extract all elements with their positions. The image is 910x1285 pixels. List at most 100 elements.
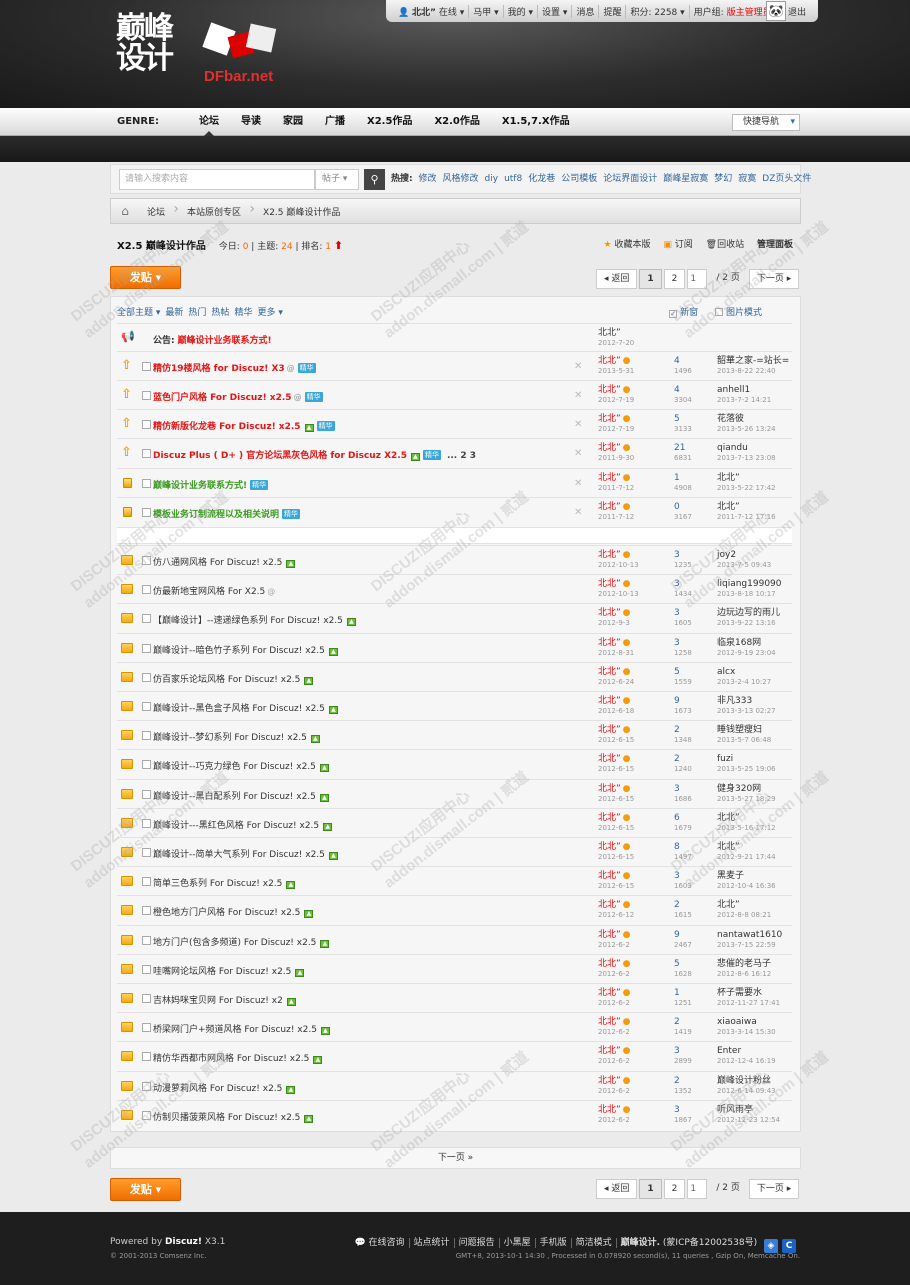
hot-link[interactable]: 公司模板 (561, 174, 597, 184)
close-icon[interactable]: ✕ (574, 478, 582, 489)
breadcrumb-item[interactable]: X2.5 巅峰设计作品 (255, 205, 354, 218)
search-input[interactable]: 请输入搜索内容 (119, 169, 315, 190)
last-post[interactable]: 临泉168网 2012-9-19 23:04 (717, 638, 776, 658)
thread-row[interactable]: 精仿华西都市网风格 For Discuz! x2.5 ▲ 北北” ● 2012-6-2 3… (117, 1041, 792, 1070)
thread-title[interactable]: 橙色地方门户风格 For Discuz! x2.5 ▲ (153, 905, 314, 918)
subscribe-button[interactable]: ▣ 订阅 (663, 240, 692, 250)
thread-title[interactable]: 【巅峰设计】--速递绿色系列 For Discuz! x2.5 ▲ (153, 613, 356, 626)
filter-latest[interactable]: 最新 (165, 308, 183, 318)
hot-link[interactable]: utf8 (504, 174, 522, 184)
thread-title[interactable]: 动漫萝莉风格 For Discuz! x2.5 ▲ (153, 1081, 296, 1094)
thread-author[interactable]: 北北” ● 2012-6-24 (598, 667, 634, 687)
thread-author[interactable]: 北北” ● 2012-7-19 (598, 414, 634, 434)
thread-row[interactable]: 仿制贝播菠萊风格 For Discuz! x2.5 ▲ 北北” ● 2012-6-2 3 1… (117, 1100, 792, 1129)
thread-row[interactable]: 动漫萝莉风格 For Discuz! x2.5 ▲ 北北” ● 2012-6-2 2 135… (117, 1071, 792, 1100)
thread-author[interactable]: 北北” ● 2012-6-15 (598, 871, 634, 891)
search-button[interactable]: ⚲ (364, 169, 385, 190)
thread-title[interactable]: Discuz Plus ( D+ ) 官方论坛黑灰色风格 for Discuz … (153, 448, 476, 461)
thread-row[interactable]: 巅峰设计--黑白配系列 For Discuz! x2.5 ▲ 北北” ● 2012-6-… (117, 779, 792, 808)
sticky-thread-row[interactable]: 模板业务订制流程以及相关说明 精华 ✕ 北北” ● 2011-7-12 0 3167 北北” 20… (117, 497, 792, 527)
footer-link-blacklist[interactable]: 小黑屋 (499, 1238, 536, 1248)
thread-row[interactable]: 仿最新地宝网风格 For X2.5 @ 北北” ● 2012-10-13 3 1434 liq… (117, 574, 792, 603)
thread-author[interactable]: 北北” ● 2012-6-2 (598, 959, 631, 979)
thread-checkbox[interactable] (142, 702, 151, 711)
hot-link[interactable]: DZ页头文件 (762, 174, 811, 184)
thread-checkbox[interactable] (142, 848, 151, 857)
sticky-thread-row[interactable]: 巅峰设计业务联系方式! 精华 ✕ 北北” ● 2011-7-12 1 4908 北北” 2013-… (117, 468, 792, 497)
thread-author[interactable]: 北北” ● 2012-6-2 (598, 988, 631, 1008)
thread-title[interactable]: 仿最新地宝网风格 For X2.5 @ (153, 584, 275, 597)
post-button[interactable]: 发贴 ▾ (110, 1178, 181, 1201)
close-icon[interactable]: ✕ (574, 390, 582, 401)
nav-item-x20[interactable]: X2.0作品 (423, 108, 490, 136)
recycle-button[interactable]: 🗑回收站 (706, 240, 744, 250)
last-post[interactable]: alcx 2013-2-4 10:27 (717, 667, 771, 687)
thread-checkbox[interactable] (142, 965, 151, 974)
manage-button[interactable]: 管理面板 (757, 240, 793, 250)
thread-checkbox[interactable] (142, 449, 151, 458)
last-post[interactable]: 听风雨亭 2012-12-23 12:54 (717, 1105, 780, 1125)
filter-hot[interactable]: 热门 (188, 308, 206, 318)
avatar[interactable]: 🐼 (766, 1, 786, 21)
thread-author[interactable]: 北北” ● 2012-7-19 (598, 385, 634, 405)
thread-checkbox[interactable] (142, 877, 151, 886)
last-post[interactable]: liqiang199090 2013-8-18 10:17 (717, 579, 782, 599)
messages-link[interactable]: 消息 (572, 4, 600, 18)
announcement-row[interactable]: 📢 公告: 巅峰设计业务联系方式! 北北” 2012-7-20 (117, 323, 792, 351)
filter-more[interactable]: 更多 ▾ (257, 308, 282, 318)
newwin-toggle[interactable]: ✓ 新窗 (669, 308, 698, 318)
thread-row[interactable]: 【巅峰设计】--速递绿色系列 For Discuz! x2.5 ▲ 北北” ● 2012… (117, 603, 792, 632)
thread-title[interactable]: 吉林妈咪宝贝网 For Discuz! x2 ▲ (153, 993, 296, 1006)
close-icon[interactable]: ✕ (574, 361, 582, 372)
announcement-title[interactable]: 公告: 巅峰设计业务联系方式! (153, 333, 272, 346)
last-post[interactable]: xiaoaiwa 2013-3-14 15:30 (717, 1017, 776, 1037)
sticky-thread-row[interactable]: ⇧ 蓝色门户风格 For Discuz! x2.5 @ 精华 ✕ 北北” ● 2012-7-1… (117, 380, 792, 409)
page-link[interactable]: 2 (663, 1179, 686, 1199)
thread-row[interactable]: 巅峰设计--黑色盒子风格 For Discuz! x2.5 ▲ 北北” ● 2012-6… (117, 691, 792, 720)
thread-row[interactable]: 巅峰设计--巧克力绿色 For Discuz! x2.5 ▲ 北北” ● 2012-6-… (117, 749, 792, 778)
thread-checkbox[interactable] (142, 790, 151, 799)
last-post[interactable]: Enter 2012-12-4 16:19 (717, 1046, 776, 1066)
thread-title[interactable]: 巅峰设计--简单大气系列 For Discuz! x2.5 ▲ (153, 847, 338, 860)
footer-link-stats[interactable]: 站点统计 (409, 1238, 455, 1248)
last-post[interactable]: anhell1 2013-7-2 14:21 (717, 385, 771, 405)
last-post[interactable]: 健身320网 2013-5-27 18:29 (717, 784, 776, 804)
thread-title[interactable]: 简单三色系列 For Discuz! x2.5 ▲ (153, 876, 296, 889)
thread-author[interactable]: 北北” ● 2012-6-15 (598, 754, 634, 774)
back-button[interactable]: ◂ 返回 (596, 269, 638, 289)
hot-link[interactable]: 寂寞 (738, 174, 756, 184)
hot-link[interactable]: 修改 (418, 174, 436, 184)
last-post[interactable]: 韶華之家-=站长= 2013-8-22 22:40 (717, 356, 789, 376)
thread-row[interactable]: 巅峰设计--简单大气系列 For Discuz! x2.5 ▲ 北北” ● 2012-6… (117, 837, 792, 866)
thread-author[interactable]: 北北” ● 2013-5-31 (598, 356, 634, 376)
hot-link[interactable]: 化龙巷 (528, 174, 555, 184)
search-type-select[interactable]: 帖子 ▾ (315, 169, 359, 190)
thread-checkbox[interactable] (142, 391, 151, 400)
last-post[interactable]: 花落彼 2013-5-26 13:24 (717, 414, 776, 434)
hot-link[interactable]: 论坛界面设计 (603, 174, 657, 184)
thread-title[interactable]: 巅峰设计--梦幻系列 For Discuz! x2.5 ▲ (153, 730, 320, 743)
thread-checkbox[interactable] (142, 673, 151, 682)
thread-checkbox[interactable] (142, 760, 151, 769)
thread-title[interactable]: 仿制贝播菠萊风格 For Discuz! x2.5 ▲ (153, 1110, 314, 1123)
page-link[interactable]: 2 (663, 269, 686, 289)
filter-all[interactable]: 全部主题 ▾ (117, 308, 160, 318)
footer-link-report[interactable]: 问题报告 (454, 1238, 500, 1248)
thread-author[interactable]: 北北” ● 2012-6-12 (598, 900, 634, 920)
thread-checkbox[interactable] (142, 819, 151, 828)
mine-menu[interactable]: 我的 ▾ (504, 4, 539, 18)
breadcrumb-item[interactable]: 论坛 (139, 201, 179, 218)
thread-row[interactable]: 仿百家乐论坛风格 For Discuz! x2.5 ▲ 北北” ● 2012-6-24 5… (117, 662, 792, 691)
thread-title[interactable]: 桥梁网门户+频道风格 For Discuz! x2.5 ▲ (153, 1022, 330, 1035)
thread-row[interactable]: 简单三色系列 For Discuz! x2.5 ▲ 北北” ● 2012-6-15 3 16… (117, 866, 792, 895)
page-link[interactable]: 1 (639, 269, 662, 289)
sticky-thread-row[interactable]: ⇧ Discuz Plus ( D+ ) 官方论坛黑灰色风格 for Discuz… (117, 438, 792, 467)
next-page-button[interactable]: 下一页 ▸ (748, 1179, 800, 1199)
last-post[interactable]: 睡钱塑瘦妇 2013-5-7 06:48 (717, 725, 771, 745)
quick-nav-button[interactable]: 快捷导航 ▾ (732, 114, 800, 131)
thread-author[interactable]: 北北” ● 2012-6-2 (598, 1105, 631, 1125)
hot-link[interactable]: 梦幻 (714, 174, 732, 184)
nav-item-broadcast[interactable]: 广播 (314, 108, 356, 136)
close-icon[interactable]: ✕ (574, 419, 582, 430)
thread-title[interactable]: 蓝色门户风格 For Discuz! x2.5 @ 精华 (153, 390, 323, 403)
